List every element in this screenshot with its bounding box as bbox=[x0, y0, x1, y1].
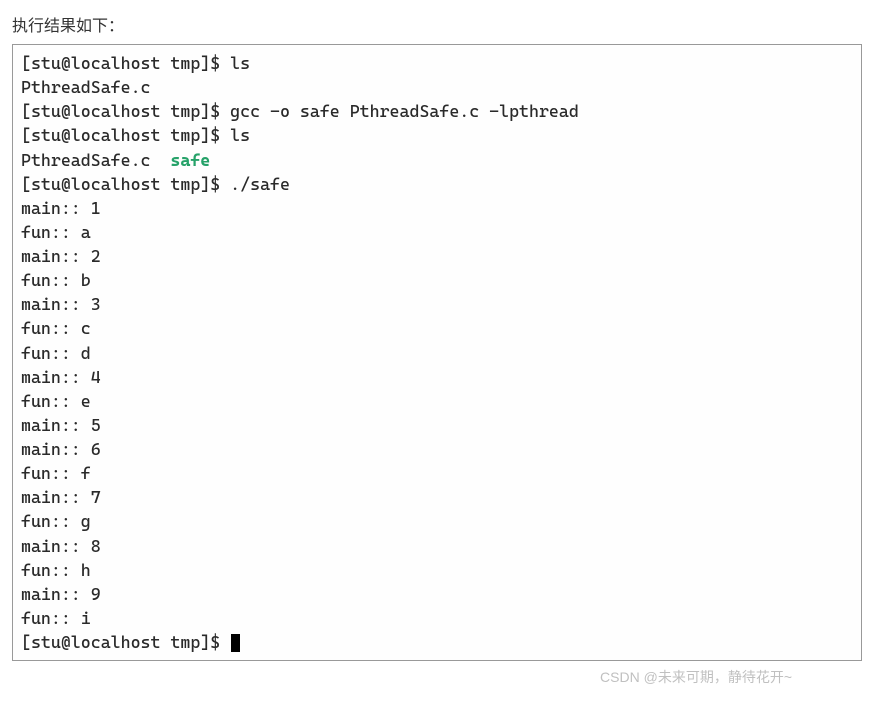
terminal-line: [stu@localhost tmp]$ bbox=[21, 630, 853, 654]
terminal-segment: fun:: f bbox=[21, 463, 91, 483]
terminal-line: [stu@localhost tmp]$ ls bbox=[21, 51, 853, 75]
terminal-line: [stu@localhost tmp]$ ./safe bbox=[21, 172, 853, 196]
terminal-line: main:: 8 bbox=[21, 534, 853, 558]
terminal-line: [stu@localhost tmp]$ gcc -o safe Pthread… bbox=[21, 99, 853, 123]
terminal-segment: fun:: d bbox=[21, 343, 91, 363]
terminal-line: main:: 1 bbox=[21, 196, 853, 220]
terminal-segment: fun:: e bbox=[21, 391, 91, 411]
terminal-segment: fun:: i bbox=[21, 608, 91, 628]
terminal-line: fun:: a bbox=[21, 220, 853, 244]
terminal-line: fun:: c bbox=[21, 316, 853, 340]
terminal-segment: fun:: h bbox=[21, 560, 91, 580]
terminal-line: fun:: g bbox=[21, 509, 853, 533]
terminal-line: PthreadSafe.c safe bbox=[21, 148, 853, 172]
terminal-line: fun:: f bbox=[21, 461, 853, 485]
watermark-text: CSDN @未来可期，静待花开~ bbox=[12, 667, 862, 687]
cursor-icon bbox=[231, 634, 240, 652]
terminal-segment: fun:: b bbox=[21, 270, 91, 290]
terminal-line: fun:: i bbox=[21, 606, 853, 630]
terminal-segment: [stu@localhost tmp]$ gcc -o safe Pthread… bbox=[21, 101, 579, 121]
terminal-line: PthreadSafe.c bbox=[21, 75, 853, 99]
terminal-line: fun:: d bbox=[21, 341, 853, 365]
terminal-line: main:: 7 bbox=[21, 485, 853, 509]
terminal-segment: main:: 1 bbox=[21, 198, 101, 218]
terminal-output[interactable]: [stu@localhost tmp]$ ls PthreadSafe.c [stu… bbox=[12, 44, 862, 661]
terminal-segment: [stu@localhost tmp]$ ls bbox=[21, 125, 250, 145]
terminal-segment: [stu@localhost tmp]$ bbox=[21, 632, 230, 652]
terminal-segment: main:: 4 bbox=[21, 367, 101, 387]
terminal-segment: fun:: a bbox=[21, 222, 91, 242]
terminal-segment: main:: 2 bbox=[21, 246, 101, 266]
terminal-segment: safe bbox=[170, 150, 210, 170]
terminal-line: fun:: h bbox=[21, 558, 853, 582]
terminal-line: main:: 6 bbox=[21, 437, 853, 461]
terminal-line: main:: 3 bbox=[21, 292, 853, 316]
terminal-line: main:: 2 bbox=[21, 244, 853, 268]
terminal-segment: main:: 8 bbox=[21, 536, 101, 556]
terminal-segment: main:: 9 bbox=[21, 584, 101, 604]
terminal-segment: [stu@localhost tmp]$ ls bbox=[21, 53, 250, 73]
terminal-line: fun:: b bbox=[21, 268, 853, 292]
caption-text: 执行结果如下： bbox=[12, 12, 862, 36]
terminal-segment: [stu@localhost tmp]$ ./safe bbox=[21, 174, 290, 194]
terminal-segment: fun:: c bbox=[21, 318, 91, 338]
terminal-segment: PthreadSafe.c bbox=[21, 77, 151, 97]
terminal-line: [stu@localhost tmp]$ ls bbox=[21, 123, 853, 147]
terminal-line: main:: 9 bbox=[21, 582, 853, 606]
terminal-line: fun:: e bbox=[21, 389, 853, 413]
terminal-segment: main:: 6 bbox=[21, 439, 101, 459]
terminal-segment: main:: 3 bbox=[21, 294, 101, 314]
terminal-line: main:: 5 bbox=[21, 413, 853, 437]
terminal-segment: main:: 5 bbox=[21, 415, 101, 435]
terminal-segment: fun:: g bbox=[21, 511, 91, 531]
terminal-segment: PthreadSafe.c bbox=[21, 150, 170, 170]
terminal-segment: main:: 7 bbox=[21, 487, 101, 507]
terminal-line: main:: 4 bbox=[21, 365, 853, 389]
